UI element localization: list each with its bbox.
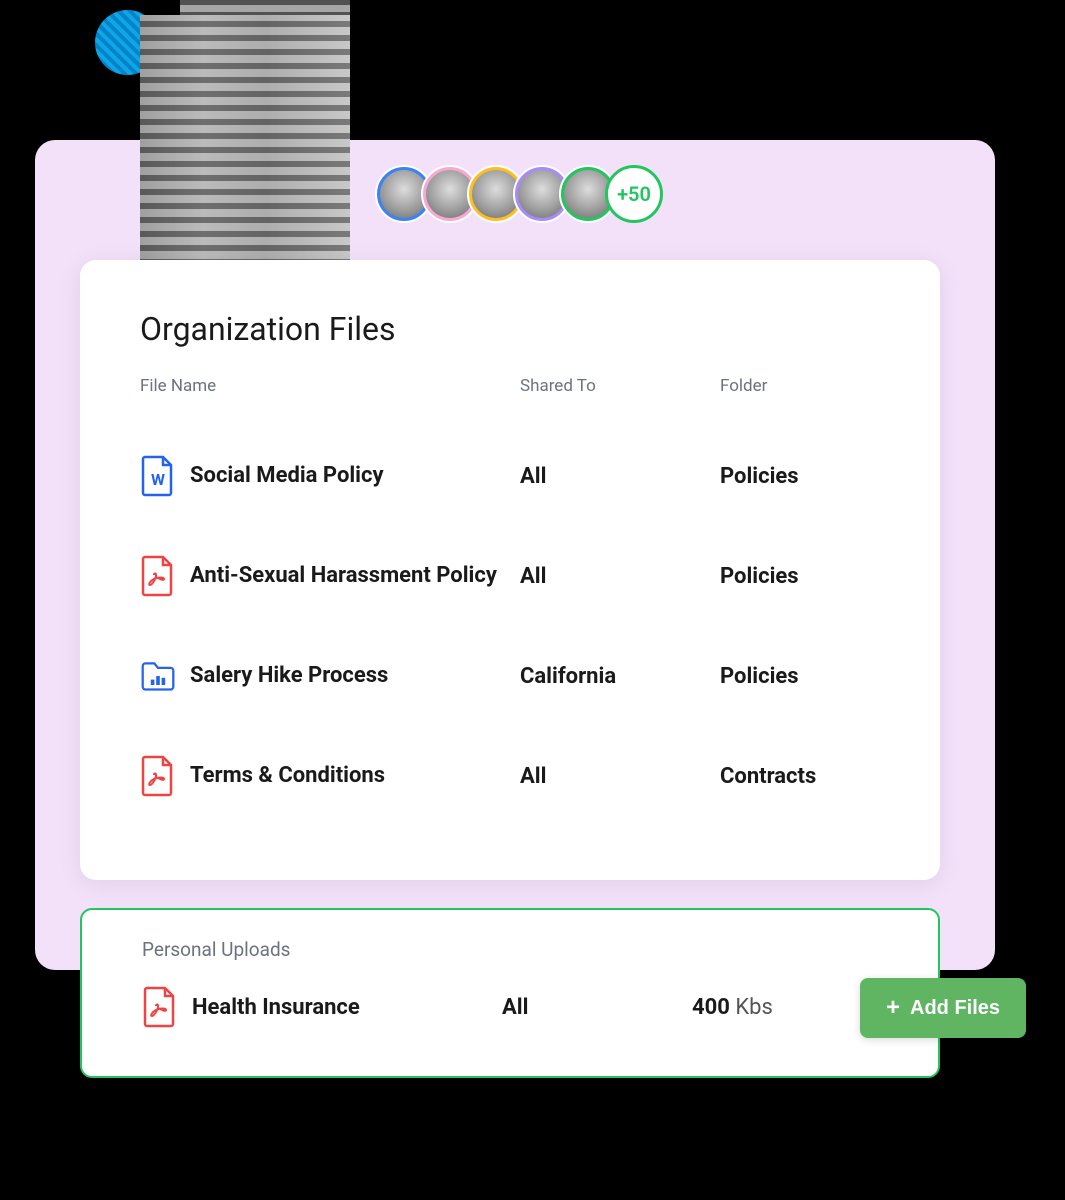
avatar-overflow-count[interactable]: +50 [605, 165, 663, 223]
avatar-stack: +50 [375, 165, 663, 223]
file-folder: Policies [720, 464, 900, 489]
file-shared-to: All [502, 995, 692, 1020]
file-shared-to: California [520, 664, 720, 689]
add-files-button[interactable]: + Add Files [860, 978, 1026, 1038]
file-folder: Policies [720, 564, 900, 589]
column-file-name: File Name [140, 376, 520, 396]
file-name: Anti-Sexual Harassment Policy [190, 562, 520, 591]
decorative-building [140, 15, 350, 265]
file-name: Social Media Policy [190, 462, 520, 491]
file-name: Terms & Conditions [190, 762, 520, 791]
file-shared-to: All [520, 464, 720, 489]
pdf-doc-icon [140, 554, 176, 598]
column-folder: Folder [720, 376, 900, 396]
personal-uploads-card: Personal Uploads Health Insurance All 40… [80, 908, 940, 1078]
file-folder: Contracts [720, 764, 900, 789]
organization-files-card: Organization Files File Name Shared To F… [80, 260, 940, 880]
file-name: Health Insurance [192, 995, 502, 1020]
pdf-doc-icon [140, 754, 176, 798]
table-row[interactable]: W Social Media Policy All Policies [140, 426, 880, 526]
table-row[interactable]: Terms & Conditions All Contracts [140, 726, 880, 826]
file-shared-to: All [520, 764, 720, 789]
cursor-click-icon [960, 1070, 1020, 1130]
table-row[interactable]: Health Insurance All 400 Kbs [142, 985, 878, 1029]
folder-chart-icon [140, 654, 176, 698]
svg-text:W: W [151, 470, 165, 489]
plus-icon: + [886, 996, 900, 1020]
file-folder: Policies [720, 664, 900, 689]
word-doc-icon: W [140, 454, 176, 498]
table-row[interactable]: Anti-Sexual Harassment Policy All Polici… [140, 526, 880, 626]
personal-title: Personal Uploads [142, 938, 878, 961]
pdf-doc-icon [142, 985, 178, 1029]
column-shared-to: Shared To [520, 376, 720, 396]
file-name: Salery Hike Process [190, 662, 520, 691]
add-files-label: Add Files [910, 997, 1000, 1020]
table-header: File Name Shared To Folder [140, 376, 880, 396]
card-title: Organization Files [140, 310, 880, 348]
file-shared-to: All [520, 564, 720, 589]
table-row[interactable]: Salery Hike Process California Policies [140, 626, 880, 726]
